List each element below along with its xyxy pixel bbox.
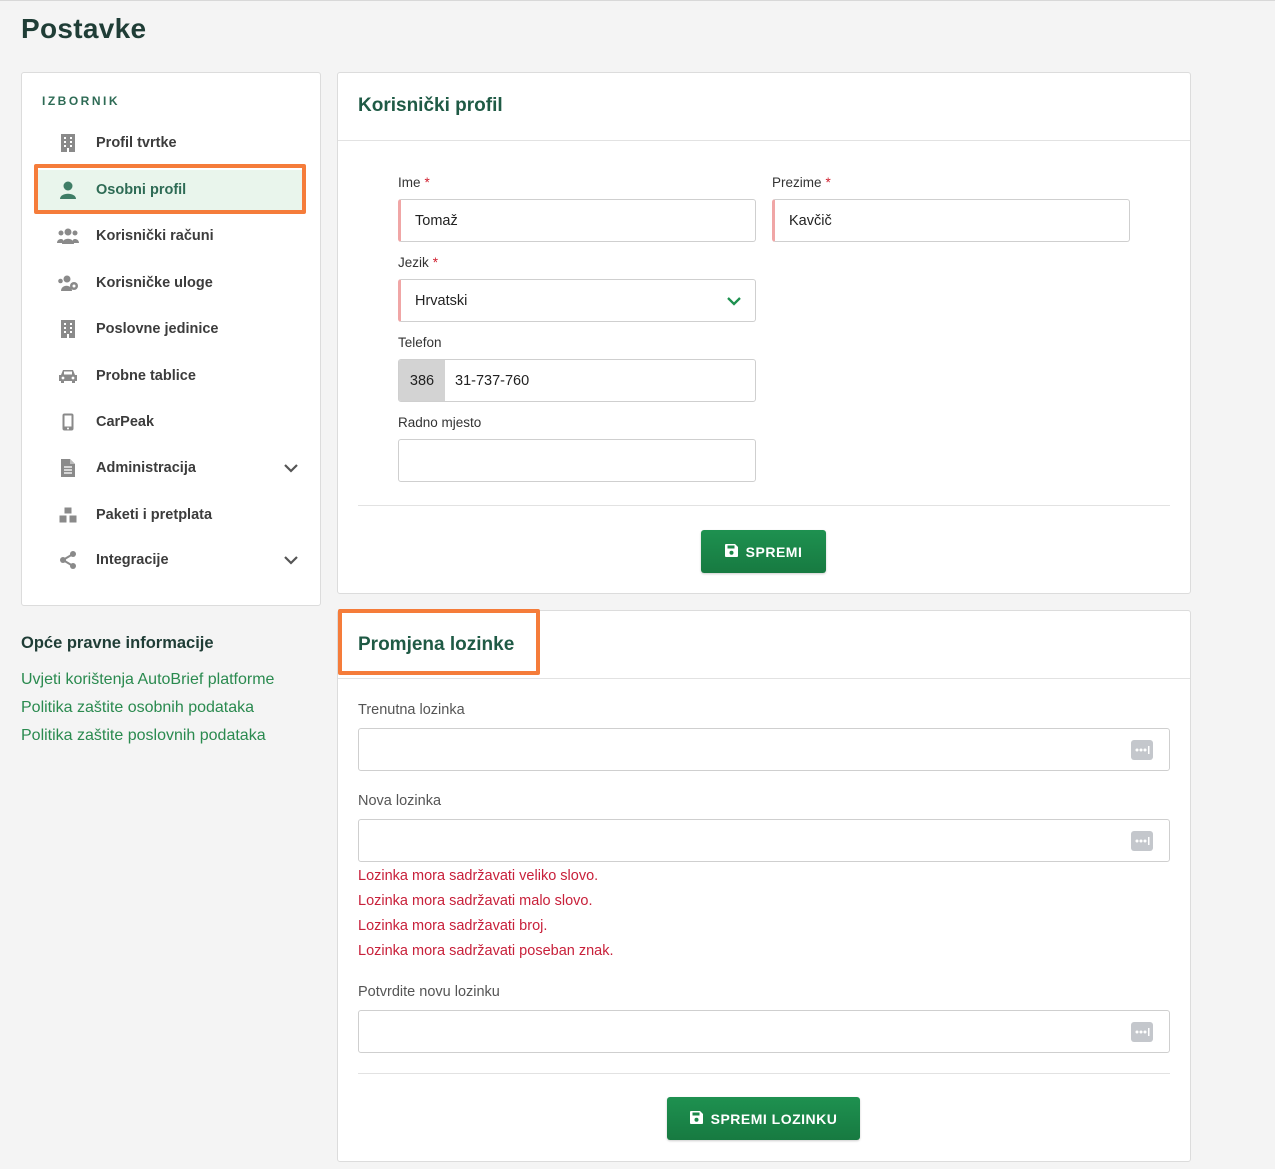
sidebar-item-label: Administracija xyxy=(96,460,196,476)
sidebar-item-carpeak[interactable]: CarPeak xyxy=(38,402,304,442)
sidebar-item-korisnicke-uloge[interactable]: Korisničke uloge xyxy=(38,263,304,303)
sidebar-menu: IZBORNIK Profil tvrtke Osobni profil Kor… xyxy=(21,72,321,606)
save-password-label: SPREMI LOZINKU xyxy=(710,1110,838,1127)
password-card-title: Promjena lozinke xyxy=(358,634,515,655)
language-label: Jezik * xyxy=(398,255,439,270)
save-password-button[interactable]: SPREMI LOZINKU xyxy=(667,1097,860,1140)
first-name-input[interactable]: Tomaž xyxy=(398,199,756,242)
error-uppercase: Lozinka mora sadržavati veliko slovo. xyxy=(358,868,599,884)
save-icon xyxy=(724,543,738,560)
sidebar-item-label: Korisnički računi xyxy=(96,228,214,244)
sidebar-item-label: Probne tablice xyxy=(96,368,196,384)
job-input[interactable] xyxy=(398,439,756,482)
confirm-password-input[interactable] xyxy=(358,1010,1170,1053)
sidebar-item-label: Osobni profil xyxy=(96,182,187,198)
chevron-down-icon[interactable] xyxy=(284,552,298,570)
chevron-down-icon[interactable] xyxy=(284,460,298,478)
save-profile-button[interactable]: SPREMI xyxy=(701,530,826,573)
password-dots-icon xyxy=(1131,740,1153,765)
sidebar-item-osobni-profil[interactable]: Osobni profil xyxy=(38,170,304,210)
last-name-label: Prezime * xyxy=(772,175,831,190)
last-name-value: Kavčič xyxy=(789,212,832,229)
divider xyxy=(358,505,1170,506)
share-icon xyxy=(57,549,79,571)
phone-input[interactable]: 386 31-737-760 xyxy=(398,359,756,402)
password-card: Promjena lozinke Trenutna lozinka Nova l… xyxy=(337,610,1191,1162)
building-icon xyxy=(57,132,79,154)
sidebar-item-label: Profil tvrtke xyxy=(96,135,177,151)
document-icon xyxy=(57,457,79,479)
profile-card-title: Korisnički profil xyxy=(358,95,503,116)
sidebar-item-label: Integracije xyxy=(96,552,169,568)
chevron-down-icon xyxy=(727,294,741,310)
error-special-char: Lozinka mora sadržavati poseban znak. xyxy=(358,943,614,959)
current-password-input[interactable] xyxy=(358,728,1170,771)
phone-value: 31-737-760 xyxy=(455,372,530,389)
last-name-input[interactable]: Kavčič xyxy=(772,199,1130,242)
new-password-input[interactable] xyxy=(358,819,1170,862)
save-profile-label: SPREMI xyxy=(745,543,803,560)
sidebar-item-label: Paketi i pretplata xyxy=(96,507,213,523)
boxes-icon xyxy=(57,504,79,526)
password-dots-icon xyxy=(1131,831,1153,856)
language-select[interactable]: Hrvatski xyxy=(398,279,756,322)
sidebar-item-label: CarPeak xyxy=(96,414,155,430)
legal-title: Opće pravne informacije xyxy=(21,634,214,652)
password-card-header: Promjena lozinke xyxy=(338,611,1190,679)
sidebar-item-label: Korisničke uloge xyxy=(96,275,213,291)
sidebar-item-probne-tablice[interactable]: Probne tablice xyxy=(38,356,304,396)
profile-card: Korisnički profil Ime * Tomaž Prezime * Ka… xyxy=(337,72,1191,594)
user-roles-icon xyxy=(57,272,79,294)
link-privacy-personal[interactable]: Politika zaštite osobnih podataka xyxy=(21,699,254,717)
current-password-label: Trenutna lozinka xyxy=(358,702,465,718)
link-terms[interactable]: Uvjeti korištenja AutoBrief platforme xyxy=(21,671,274,689)
sidebar-item-paketi-i-pretplata[interactable]: Paketi i pretplata xyxy=(38,495,304,535)
confirm-password-label: Potvrdite novu lozinku xyxy=(358,984,500,1000)
user-icon xyxy=(57,179,79,201)
building-icon xyxy=(57,318,79,340)
sidebar-item-integracije[interactable]: Integracije xyxy=(38,540,304,580)
link-privacy-business[interactable]: Politika zaštite poslovnih podataka xyxy=(21,727,266,745)
error-lowercase: Lozinka mora sadržavati malo slovo. xyxy=(358,893,593,909)
phone-country-prefix[interactable]: 386 xyxy=(399,360,445,401)
error-number: Lozinka mora sadržavati broj. xyxy=(358,918,548,934)
job-label: Radno mjesto xyxy=(398,415,482,430)
mobile-icon xyxy=(57,411,79,433)
sidebar-item-profil-tvrtke[interactable]: Profil tvrtke xyxy=(38,123,304,163)
first-name-value: Tomaž xyxy=(415,212,458,229)
save-icon xyxy=(689,1110,703,1127)
users-icon xyxy=(57,225,79,247)
phone-label: Telefon xyxy=(398,335,442,350)
page-title: Postavke xyxy=(21,13,147,44)
profile-card-header: Korisnički profil xyxy=(338,73,1190,141)
new-password-label: Nova lozinka xyxy=(358,793,442,809)
sidebar-item-korisnicki-racuni[interactable]: Korisnički računi xyxy=(38,216,304,256)
sidebar-heading: IZBORNIK xyxy=(42,94,120,108)
password-dots-icon xyxy=(1131,1022,1153,1047)
sidebar-item-poslovne-jedinice[interactable]: Poslovne jedinice xyxy=(38,309,304,349)
car-icon xyxy=(57,365,79,387)
language-value: Hrvatski xyxy=(415,292,468,309)
sidebar-item-administracija[interactable]: Administracija xyxy=(38,448,304,488)
first-name-label: Ime * xyxy=(398,175,430,190)
sidebar-item-label: Poslovne jedinice xyxy=(96,321,219,337)
divider xyxy=(358,1073,1170,1074)
